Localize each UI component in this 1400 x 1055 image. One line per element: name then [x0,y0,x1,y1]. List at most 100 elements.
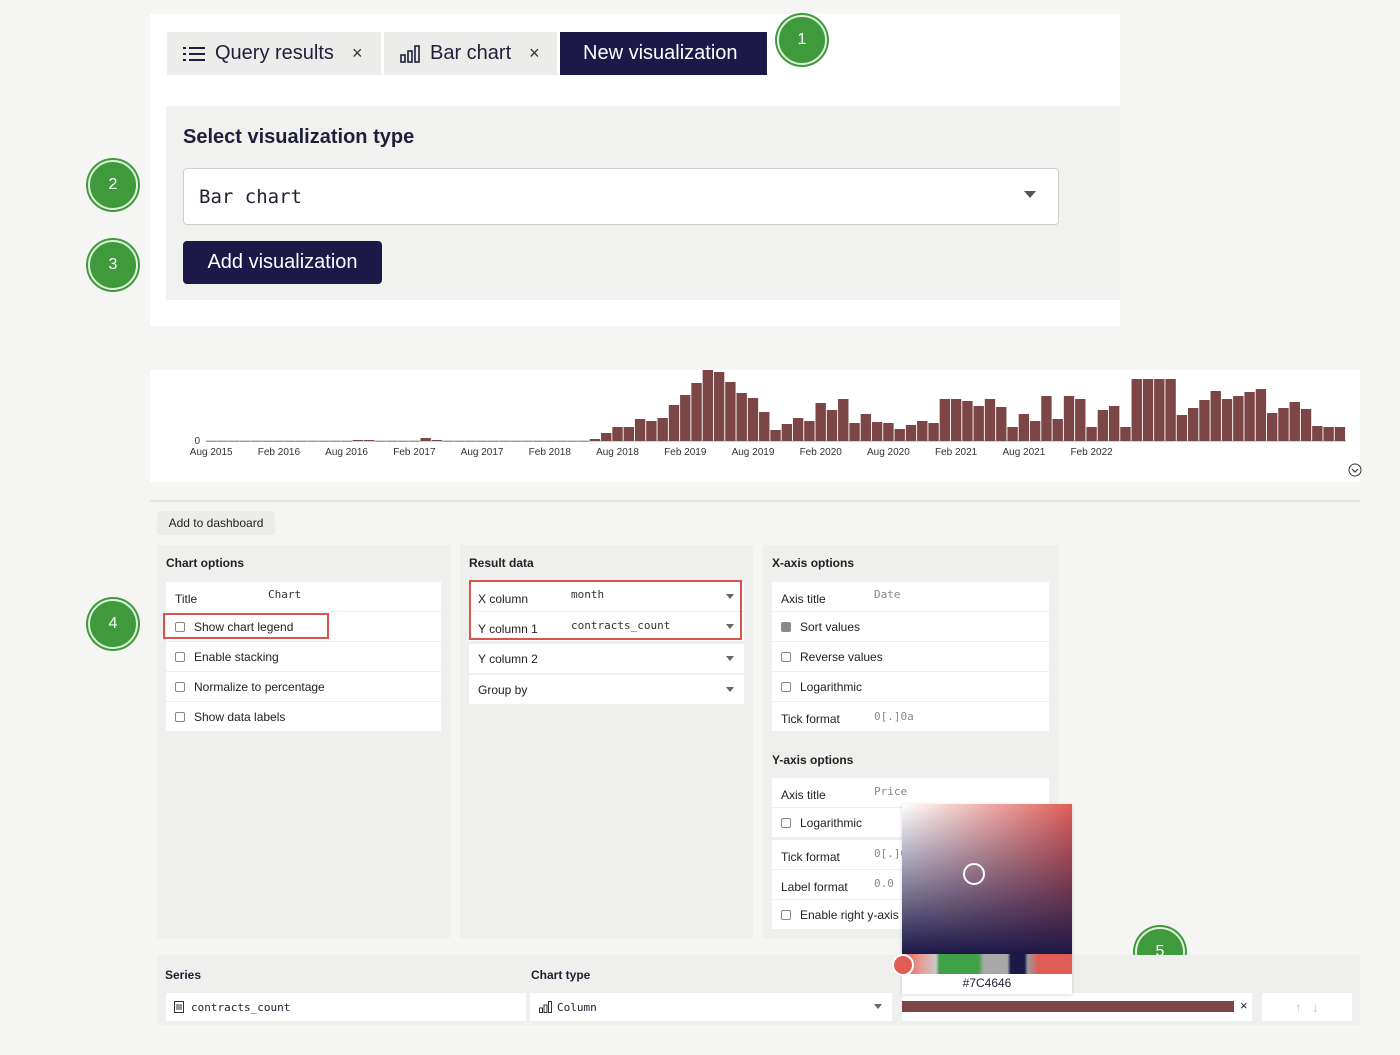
chart-bar [759,412,770,441]
close-icon[interactable]: × [529,43,540,64]
document-icon [174,1001,184,1013]
chart-bar [634,419,646,441]
tab-query-results[interactable]: Query results × [167,32,381,75]
x-tick-label: Feb 2018 [529,447,572,458]
chart-svg: 0Aug 2015 Feb 2016 Aug 2016 Feb 2017 Aug 201… [190,370,1346,458]
series-color-cell[interactable]: × [902,993,1252,1021]
divider [150,500,1360,502]
chart-bar [1097,410,1109,441]
y-axis-title-input[interactable]: Price [874,785,907,798]
close-icon[interactable]: × [352,43,363,64]
tab-label: New visualization [583,42,738,64]
tab-label: Query results [215,42,334,64]
add-visualization-button[interactable]: Add visualization [183,241,382,284]
chart-bar [1018,414,1030,441]
step-badge: 2 [88,160,138,210]
hue-slider[interactable] [902,954,1072,974]
chart-bar [713,372,725,441]
chart-bar [680,395,691,441]
option-label: Logarithmic [800,815,863,830]
chart-bar [781,424,793,441]
chart-bar [770,430,781,441]
bar-chart-icon [400,44,420,63]
hue-handle[interactable] [892,954,914,976]
picker-handle[interactable] [963,863,985,885]
chart-bar [1266,413,1278,441]
x-tick-label: Feb 2021 [935,447,978,458]
chart-bar [1334,427,1346,441]
right-axis-checkbox[interactable] [781,909,791,920]
arrow-down-icon[interactable]: ↓ [1312,999,1319,1015]
series-name-cell: contracts_count [166,993,526,1021]
chevron-down-icon [726,656,734,661]
series-color-swatch[interactable] [902,1001,1234,1012]
visualization-type-select[interactable]: Bar chart [183,168,1059,225]
chart-bar [1312,426,1323,441]
y-column-2-select[interactable]: Y column 2 [469,644,744,673]
tab-bar-chart[interactable]: Bar chart × [384,32,557,75]
x-axis-title-input[interactable]: Date [874,588,901,601]
chart-bar [1187,408,1199,441]
sort-values-option[interactable]: Sort values [772,612,1049,641]
reverse-values-option[interactable]: Reverse values [772,642,1049,671]
chart-bar [1063,396,1075,441]
color-hex-value[interactable]: #7C4646 [902,976,1072,990]
x-axis-title-field[interactable]: Axis title Date [772,582,1049,611]
label-format-input[interactable]: 0.0 [874,877,894,890]
group-by-select[interactable]: Group by [469,675,744,704]
chart-bar [657,418,668,441]
enable-stacking-option[interactable]: Enable stacking [166,642,441,671]
section-heading: Select visualization type [183,126,415,148]
chart-bar [1289,402,1300,441]
close-icon[interactable]: × [1240,998,1248,1013]
tab-new-visualization[interactable]: New visualization [560,32,767,75]
highlight-box [469,580,742,640]
chart-bar [871,422,883,441]
normalize-checkbox[interactable] [175,681,185,692]
chart-bar [1041,396,1052,441]
option-label: Normalize to percentage [194,679,325,694]
option-label: Reverse values [800,649,883,664]
data-labels-checkbox[interactable] [175,711,185,722]
x-tick-format-input[interactable]: 0[.]0a [874,710,914,723]
saturation-area[interactable] [902,804,1072,954]
visualization-type-section: Select visualization type Bar chart Add … [166,106,1120,300]
chart-bar [1278,408,1289,441]
y-axis-title-field[interactable]: Axis title Price [772,778,1049,807]
x-logarithmic-option[interactable]: Logarithmic [772,672,1049,701]
chart-bar [1210,391,1221,441]
panel-title: Chart options [166,556,244,570]
add-to-dashboard-button[interactable]: Add to dashboard [157,511,275,535]
chart-bar [736,393,747,441]
step-badge: 1 [777,15,827,65]
chart-type-select[interactable]: Column [530,993,892,1021]
chart-bar [1154,379,1165,441]
title-input[interactable]: Chart [268,588,301,601]
chart-bar [849,423,860,441]
chart-bar [1029,421,1041,441]
title-field[interactable]: Title Chart [166,582,441,611]
chart-type-header: Chart type [531,968,591,982]
reverse-values-checkbox[interactable] [781,651,791,662]
y-logarithmic-checkbox[interactable] [781,817,791,828]
sort-values-checkbox[interactable] [781,621,791,632]
data-labels-option[interactable]: Show data labels [166,702,441,731]
x-tick-label: Aug 2019 [732,447,775,458]
arrow-up-icon[interactable]: ↑ [1295,999,1302,1015]
normalize-option[interactable]: Normalize to percentage [166,672,441,701]
chart-bar [962,401,973,441]
x-tick-label: Feb 2022 [1070,447,1113,458]
chart-bar [420,438,431,441]
chart-bar [792,418,804,441]
chart-bar [1086,427,1097,441]
x-tick-format-field[interactable]: Tick format 0[.]0a [772,702,1049,731]
chevron-down-icon[interactable] [1348,463,1362,477]
chart-bar [601,433,612,441]
x-tick-label: Feb 2020 [800,447,843,458]
field-label: Y column 2 [478,651,538,666]
chart-bar [1300,409,1312,441]
enable-stacking-checkbox[interactable] [175,651,185,662]
x-logarithmic-checkbox[interactable] [781,681,791,692]
list-icon [183,46,205,61]
color-picker[interactable]: #7C4646 [902,804,1072,994]
